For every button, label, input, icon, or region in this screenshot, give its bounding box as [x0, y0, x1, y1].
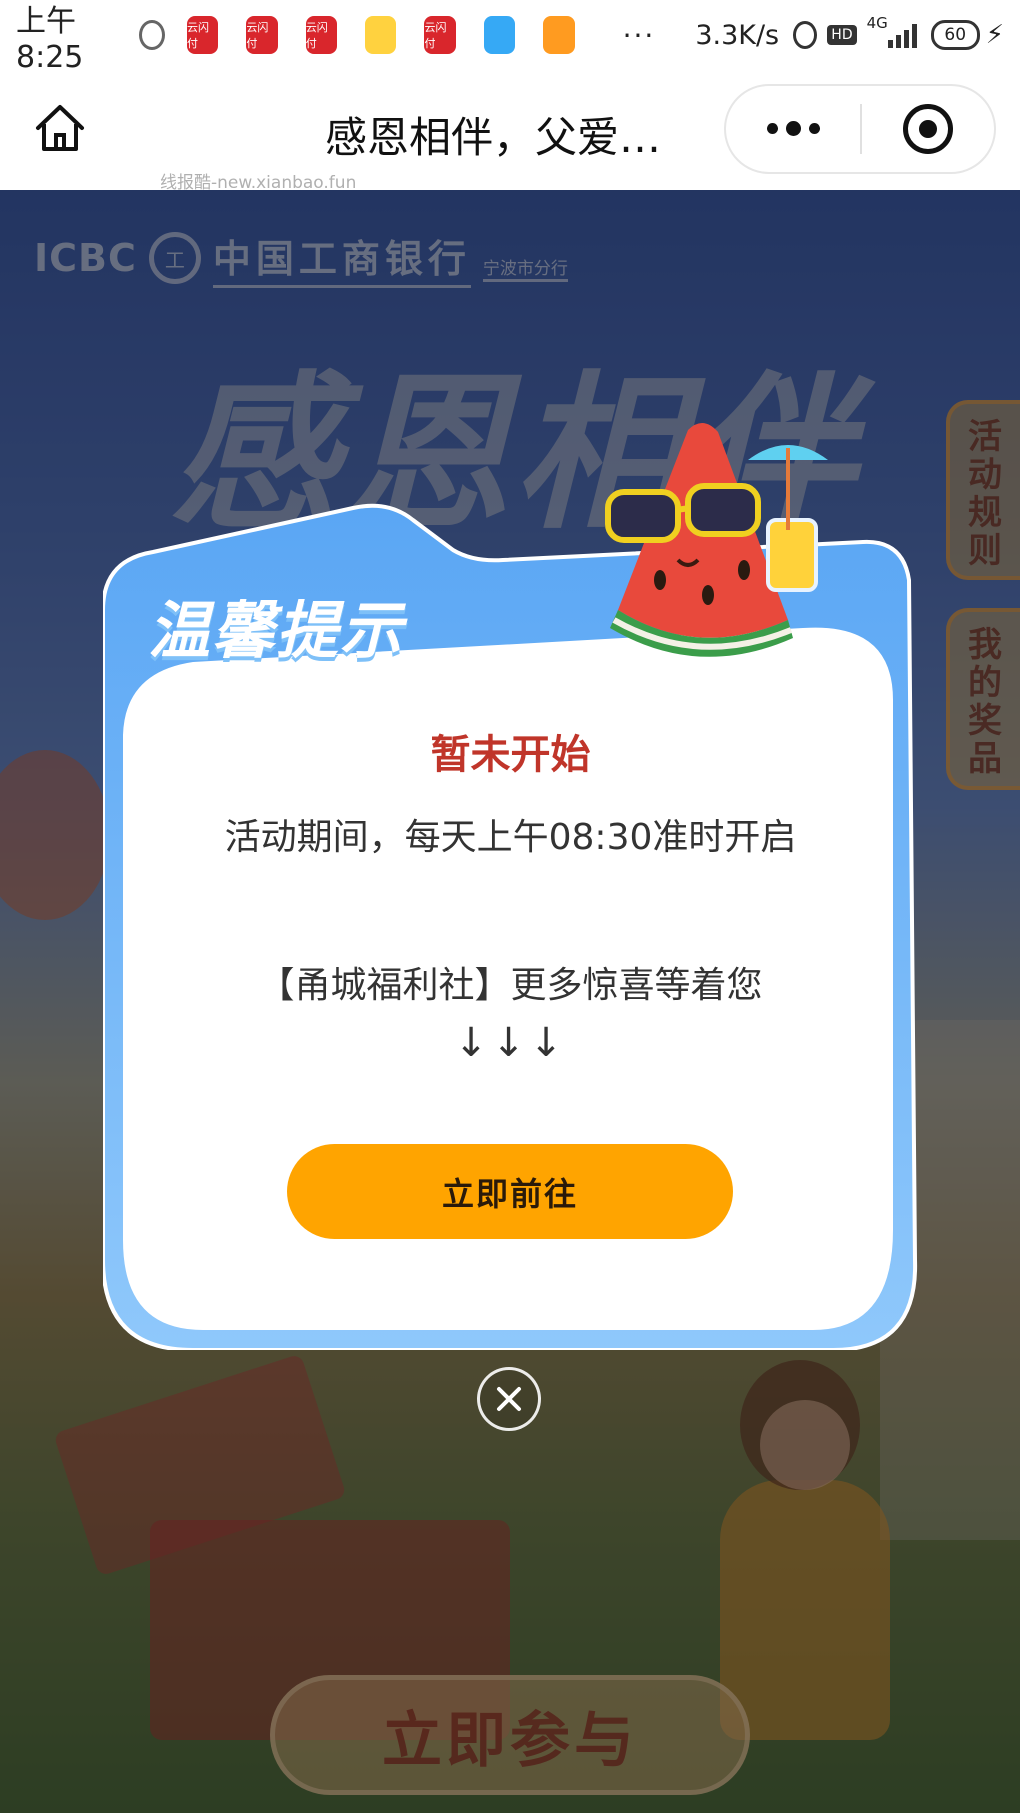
home-icon[interactable]: [34, 102, 86, 154]
orange-app-icon: [543, 16, 575, 54]
unionpay-app-icon: 云闪付: [246, 16, 278, 54]
charging-icon: ⚡: [985, 20, 1004, 50]
page-title: 感恩相伴，父爱…: [325, 113, 662, 162]
activity-status-text: 暂未开始: [430, 732, 591, 778]
close-dialog-button[interactable]: [477, 1367, 541, 1431]
game-app-icon: [365, 16, 397, 54]
close-icon: [497, 1387, 521, 1411]
down-arrows-icon: ↓↓↓: [454, 1020, 567, 1066]
activity-time-text: 活动期间，每天上午08:30准时开启: [224, 817, 797, 858]
more-options-icon[interactable]: [726, 120, 860, 136]
blue-app-icon: [483, 16, 516, 54]
signal-strength-icon: [887, 22, 917, 48]
unionpay-app-icon: 云闪付: [305, 16, 338, 54]
target-icon: [902, 104, 953, 154]
close-miniapp-button[interactable]: [862, 104, 994, 154]
alarm-clock-icon: [139, 20, 165, 50]
notice-dialog: 温馨提示 暂未开始 活动期间，每天上午08:30准时开启 【甬城福利社】更多惊喜…: [103, 422, 918, 1350]
promo-text: 【甬城福利社】更多惊喜等着您: [258, 965, 763, 1006]
navigation-bar: 感恩相伴，父爱… 线报酷-new.xianbao.fun: [0, 70, 1020, 193]
more-notifications-icon: ···: [622, 18, 656, 52]
unionpay-app-icon: 云闪付: [424, 16, 456, 54]
network-speed: 3.3K/s: [695, 19, 780, 51]
go-now-button[interactable]: 立即前往: [287, 1144, 733, 1239]
unionpay-app-icon: 云闪付: [186, 16, 219, 54]
hd-voice-icon: HD: [827, 25, 857, 45]
dialog-body: 暂未开始 活动期间，每天上午08:30准时开启 【甬城福利社】更多惊喜等着您 ↓…: [103, 500, 918, 1350]
status-bar: 上午8:25 云闪付 云闪付 云闪付 云闪付 ··· 3.3K/s HD 4G …: [0, 0, 1020, 75]
alarm-status-icon: [793, 21, 818, 49]
battery-icon: 60: [930, 20, 980, 50]
miniapp-capsule: [724, 84, 996, 174]
status-time: 上午8:25: [16, 3, 84, 75]
network-type: 4G: [866, 14, 888, 32]
